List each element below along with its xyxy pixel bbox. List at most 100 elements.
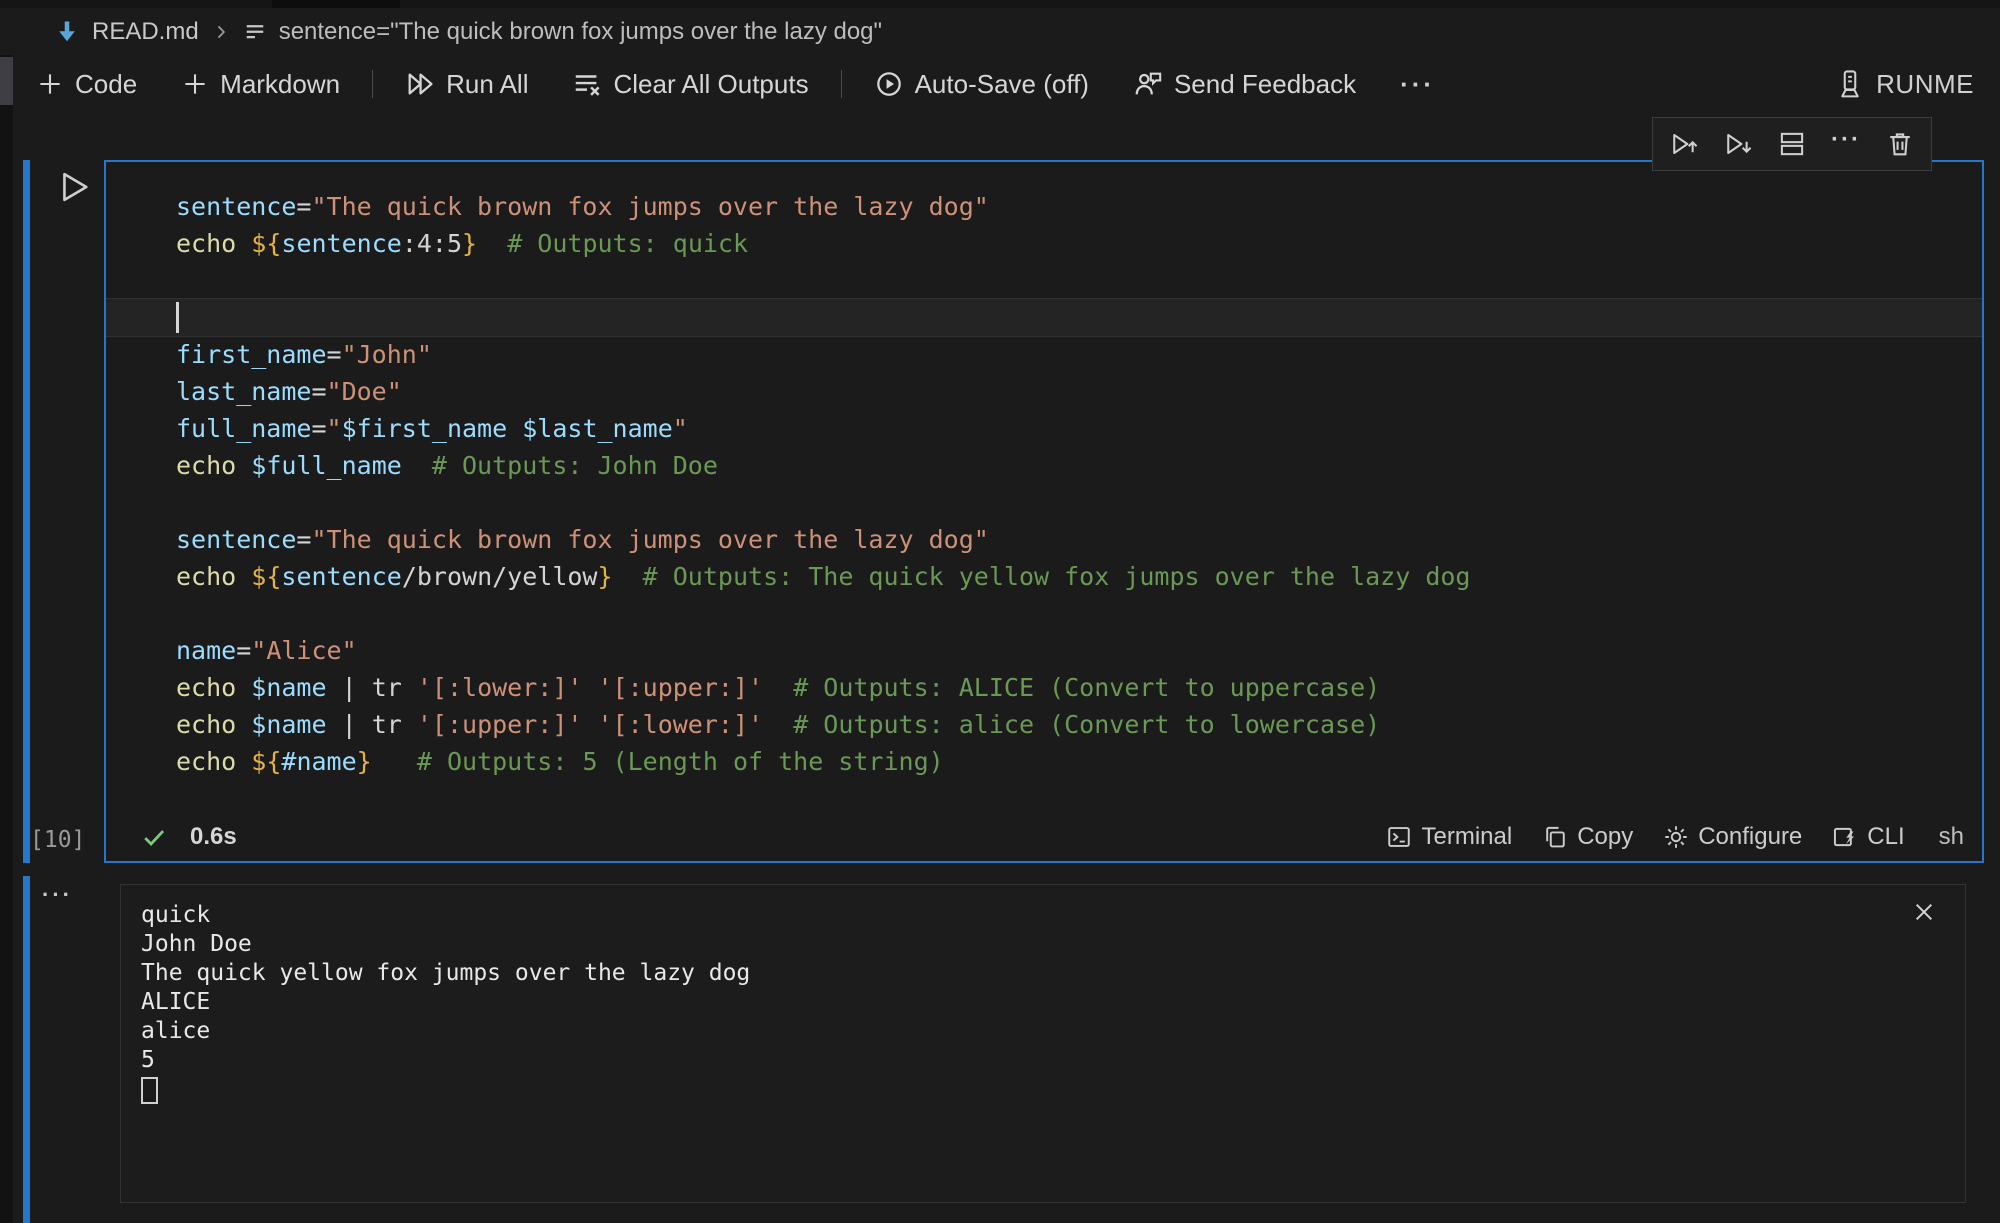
code-token: # Outputs: quick	[507, 229, 748, 258]
copy-button[interactable]: Copy	[1542, 823, 1633, 851]
close-output-button[interactable]	[1911, 899, 1937, 925]
code-line[interactable]: echo ${sentence:4:5} # Outputs: quick	[176, 225, 1982, 262]
code-token: ${	[251, 747, 281, 776]
code-line[interactable]	[176, 595, 1982, 632]
ellipsis-icon: ···	[42, 882, 73, 907]
cli-button[interactable]: CLI	[1832, 823, 1904, 851]
breadcrumb-symbol[interactable]: sentence="The quick brown fox jumps over…	[279, 18, 882, 46]
code-token	[236, 673, 251, 702]
clear-all-outputs-label: Clear All Outputs	[613, 69, 808, 100]
auto-save-toggle[interactable]: Auto-Save (off)	[874, 69, 1089, 100]
configure-button[interactable]: Configure	[1663, 823, 1802, 851]
terminal-button[interactable]: Terminal	[1386, 823, 1512, 851]
code-token: name	[176, 636, 236, 665]
code-token: }	[462, 229, 477, 258]
code-token: ${	[251, 229, 281, 258]
cell-language-indicator[interactable]: sh	[1939, 823, 1964, 851]
code-token: $full_name	[251, 451, 402, 480]
code-line[interactable]: echo $name | tr '[:upper:]' '[:lower:]' …	[176, 706, 1982, 743]
breadcrumb-file[interactable]: READ.md	[92, 18, 199, 46]
runme-brand-label: RUNME	[1876, 69, 1974, 100]
plus-icon	[181, 70, 209, 98]
code-token: "The quick brown fox jumps over the lazy…	[311, 525, 988, 554]
code-token: "Doe"	[327, 377, 402, 406]
code-token: "The quick brown fox jumps over the lazy…	[311, 192, 988, 221]
code-token: sentence	[281, 229, 401, 258]
terminal-label: Terminal	[1421, 823, 1512, 851]
code-line[interactable]	[106, 299, 1982, 336]
execution-count: [10]	[30, 827, 85, 853]
cell-status-left: 0.6s	[140, 823, 237, 851]
code-token: =	[327, 340, 342, 369]
execute-above-button[interactable]	[1669, 129, 1699, 159]
toolbar-more-button[interactable]: ···	[1400, 69, 1435, 100]
scrollbar-thumb[interactable]	[0, 57, 13, 105]
clear-all-outputs-button[interactable]: Clear All Outputs	[572, 69, 808, 100]
code-line[interactable]	[176, 262, 1982, 299]
split-cell-button[interactable]	[1777, 129, 1807, 159]
cell-status-right: Terminal Copy Configure	[1386, 823, 1964, 851]
code-token: '[:upper:]'	[598, 673, 764, 702]
output-line: ALICE	[141, 988, 1905, 1017]
add-code-button[interactable]: Code	[36, 69, 137, 100]
code-line[interactable]: last_name="Doe"	[176, 373, 1982, 410]
markdown-file-icon	[54, 19, 80, 45]
code-token: sentence	[176, 192, 296, 221]
code-line[interactable]: name="Alice"	[176, 632, 1982, 669]
code-token: $name	[251, 710, 326, 739]
code-token: '[:upper:]'	[417, 710, 583, 739]
code-line[interactable]: first_name="John"	[176, 336, 1982, 373]
code-token: }	[357, 747, 372, 776]
code-line[interactable]: sentence="The quick brown fox jumps over…	[176, 188, 1982, 225]
code-line[interactable]	[176, 484, 1982, 521]
code-line[interactable]: full_name="$first_name $last_name"	[176, 410, 1982, 447]
code-token: $first_name	[342, 414, 508, 443]
code-token: echo	[176, 562, 236, 591]
code-line[interactable]: echo $full_name # Outputs: John Doe	[176, 447, 1982, 484]
code-token: | tr	[327, 710, 417, 739]
code-token: # Outputs: 5 (Length of the string)	[417, 747, 944, 776]
code-token: '[:lower:]'	[598, 710, 764, 739]
code-token	[402, 451, 432, 480]
toolbar-divider	[841, 70, 842, 98]
code-token: ${	[251, 562, 281, 591]
clear-outputs-icon	[572, 69, 602, 99]
output-line: alice	[141, 1017, 1905, 1046]
add-markdown-label: Markdown	[220, 69, 340, 100]
output-more-actions-button[interactable]: ···	[42, 882, 73, 908]
code-token	[236, 562, 251, 591]
code-line[interactable]: echo ${sentence/brown/yellow} # Outputs:…	[176, 558, 1982, 595]
toolbar-divider	[372, 70, 373, 98]
runme-logo-icon	[1835, 69, 1865, 99]
code-token: "	[327, 414, 342, 443]
code-token: # Outputs: alice (Convert to lowercase)	[793, 710, 1380, 739]
code-line[interactable]: echo ${#name} # Outputs: 5 (Length of th…	[176, 743, 1982, 780]
cli-bolt-icon	[1832, 824, 1858, 850]
code-token: "	[673, 414, 688, 443]
execute-below-button[interactable]	[1723, 129, 1753, 159]
code-line[interactable]: sentence="The quick brown fox jumps over…	[176, 521, 1982, 558]
code-token: =	[236, 636, 251, 665]
terminal-output-panel[interactable]: quickJohn DoeThe quick yellow fox jumps …	[120, 884, 1966, 1203]
code-token: /brown/yellow	[402, 562, 598, 591]
code-token	[372, 747, 417, 776]
runme-brand: RUNME	[1835, 69, 2000, 100]
run-cell-button[interactable]	[54, 168, 92, 206]
code-token: echo	[176, 747, 236, 776]
text-cursor	[176, 302, 179, 333]
code-editor[interactable]: sentence = "The quick brown fox jumps over…	[106, 162, 1982, 812]
code-token: $name	[251, 673, 326, 702]
tab-edge-notch	[272, 0, 400, 8]
code-token: # Outputs: John Doe	[432, 451, 718, 480]
run-all-button[interactable]: Run All	[405, 69, 528, 100]
cli-label: CLI	[1867, 823, 1904, 851]
cell-focus-bar	[23, 160, 30, 863]
delete-cell-button[interactable]	[1885, 129, 1915, 159]
code-token: =	[311, 377, 326, 406]
cell-statusbar: 0.6s Terminal Copy	[106, 812, 1982, 861]
code-token	[582, 673, 597, 702]
code-line[interactable]: echo $name | tr '[:lower:]' '[:upper:]' …	[176, 669, 1982, 706]
add-markdown-button[interactable]: Markdown	[181, 69, 340, 100]
send-feedback-button[interactable]: Send Feedback	[1133, 69, 1356, 100]
code-token: #name	[281, 747, 356, 776]
